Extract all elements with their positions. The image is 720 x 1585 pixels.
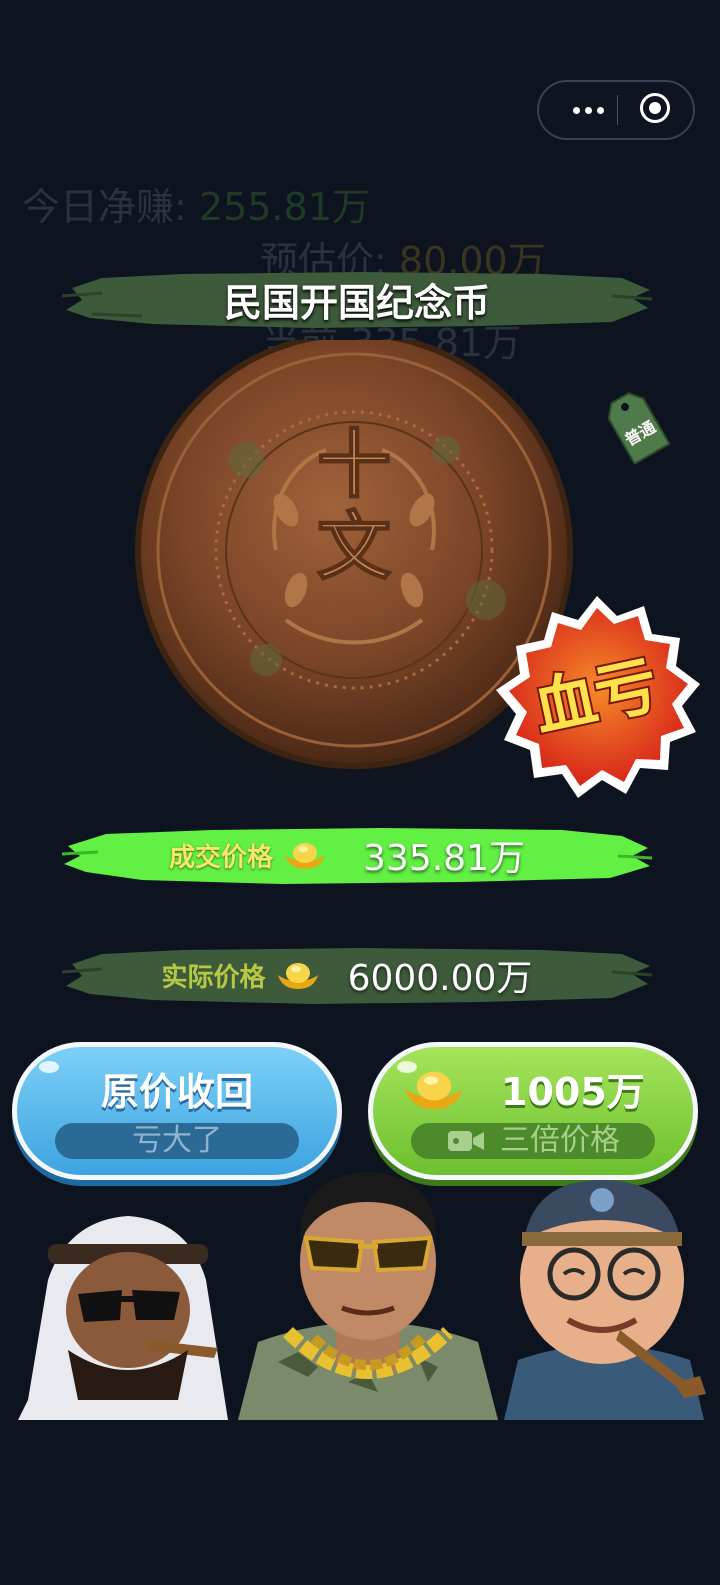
more-dots-icon[interactable] (573, 82, 604, 138)
arab-buyer-character (18, 1216, 228, 1420)
gold-ingot-icon (405, 1071, 463, 1109)
today-earnings-label: 今日净赚: (22, 185, 187, 229)
quality-tag-icon: 普通 (607, 392, 671, 464)
recover-original-price-button[interactable]: 原价收回 亏大了 (12, 1042, 342, 1180)
rich-man-character (238, 1172, 498, 1420)
video-camera-icon (448, 1131, 484, 1151)
recover-button-sub: 亏大了 (55, 1123, 299, 1159)
old-merchant-character (504, 1180, 706, 1420)
actual-price-label: 实际价格 (161, 962, 266, 993)
loss-stamp-icon: 血亏 (496, 596, 700, 798)
triple-amount: 1005万 (501, 1070, 645, 1114)
gold-ingot-icon (277, 963, 318, 989)
coin-text-top: 十 (317, 422, 391, 508)
deal-price-label: 成交价格 (169, 842, 274, 873)
deal-price-value: 335.81万 (363, 838, 525, 879)
actual-price-banner: 实际价格 6000.00万 (62, 942, 652, 1008)
capsule-divider (617, 95, 618, 125)
triple-price-button[interactable]: 1005万 三倍价格 (368, 1042, 698, 1180)
capsule-menu (537, 80, 695, 140)
recover-button-label: 原价收回 (100, 1070, 253, 1114)
today-earnings-value: 255.81万 (198, 185, 370, 229)
target-close-icon[interactable] (640, 93, 670, 123)
item-title-banner: 民国开国纪念币 (62, 266, 652, 332)
item-title: 民国开国纪念币 (223, 280, 490, 325)
actual-price-value: 6000.00万 (347, 958, 533, 999)
today-earnings: 今日净赚: 255.81万 (22, 176, 370, 231)
coin-text-bottom: 文 (317, 504, 391, 590)
triple-button-sub: 三倍价格 (500, 1123, 620, 1158)
deal-price-banner: 成交价格 335.81万 (62, 822, 652, 888)
gold-ingot-icon (285, 843, 326, 869)
